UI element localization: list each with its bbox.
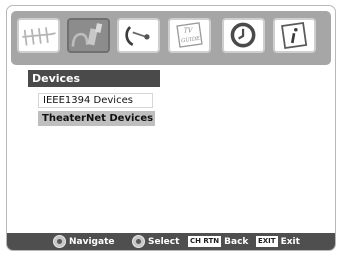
exit-key-icon: EXIT (256, 236, 278, 247)
back-hint: CH RTN Back (188, 233, 249, 250)
menu-tab-clock[interactable] (222, 18, 265, 53)
menu-tab-antenna[interactable] (17, 18, 60, 53)
menu-tab-satellite[interactable] (117, 18, 160, 53)
dpad-icon (53, 235, 66, 248)
exit-label: Exit (280, 237, 300, 247)
back-label: Back (224, 237, 249, 247)
clock-icon (230, 22, 256, 48)
menu-item-theaternet-devices[interactable]: TheaterNet Devices (38, 111, 155, 126)
navigate-label: Navigate (69, 237, 115, 247)
select-hint: Select (132, 233, 180, 250)
section-title: Devices (28, 70, 160, 87)
ch-rtn-key-icon: CH RTN (188, 236, 222, 247)
menu-tab-info[interactable] (273, 18, 316, 53)
menu-item-ieee1394-devices[interactable]: IEEE1394 Devices (38, 93, 153, 108)
menu-icon-bar: TV GUIDE (11, 11, 331, 65)
navigate-hint: Navigate (53, 233, 115, 250)
satellite-dish-icon (125, 26, 150, 46)
info-icon (281, 22, 308, 49)
antenna-icon (22, 27, 56, 46)
footer-hints: Navigate Select CH RTN Back EXIT Exit (7, 233, 335, 250)
menu-frame: TV GUIDE Devices IEEE1394 Devices Theate… (6, 5, 336, 251)
tv-guide-icon: TV GUIDE (176, 22, 203, 48)
exit-hint: EXIT Exit (256, 233, 300, 250)
tv-guide-label-top: TV (184, 27, 193, 34)
select-label: Select (148, 237, 180, 247)
menu-tab-connector[interactable] (67, 18, 110, 53)
connector-icon (71, 23, 103, 47)
menu-tab-tv-guide[interactable]: TV GUIDE (168, 18, 211, 53)
enter-button-icon (132, 235, 145, 248)
